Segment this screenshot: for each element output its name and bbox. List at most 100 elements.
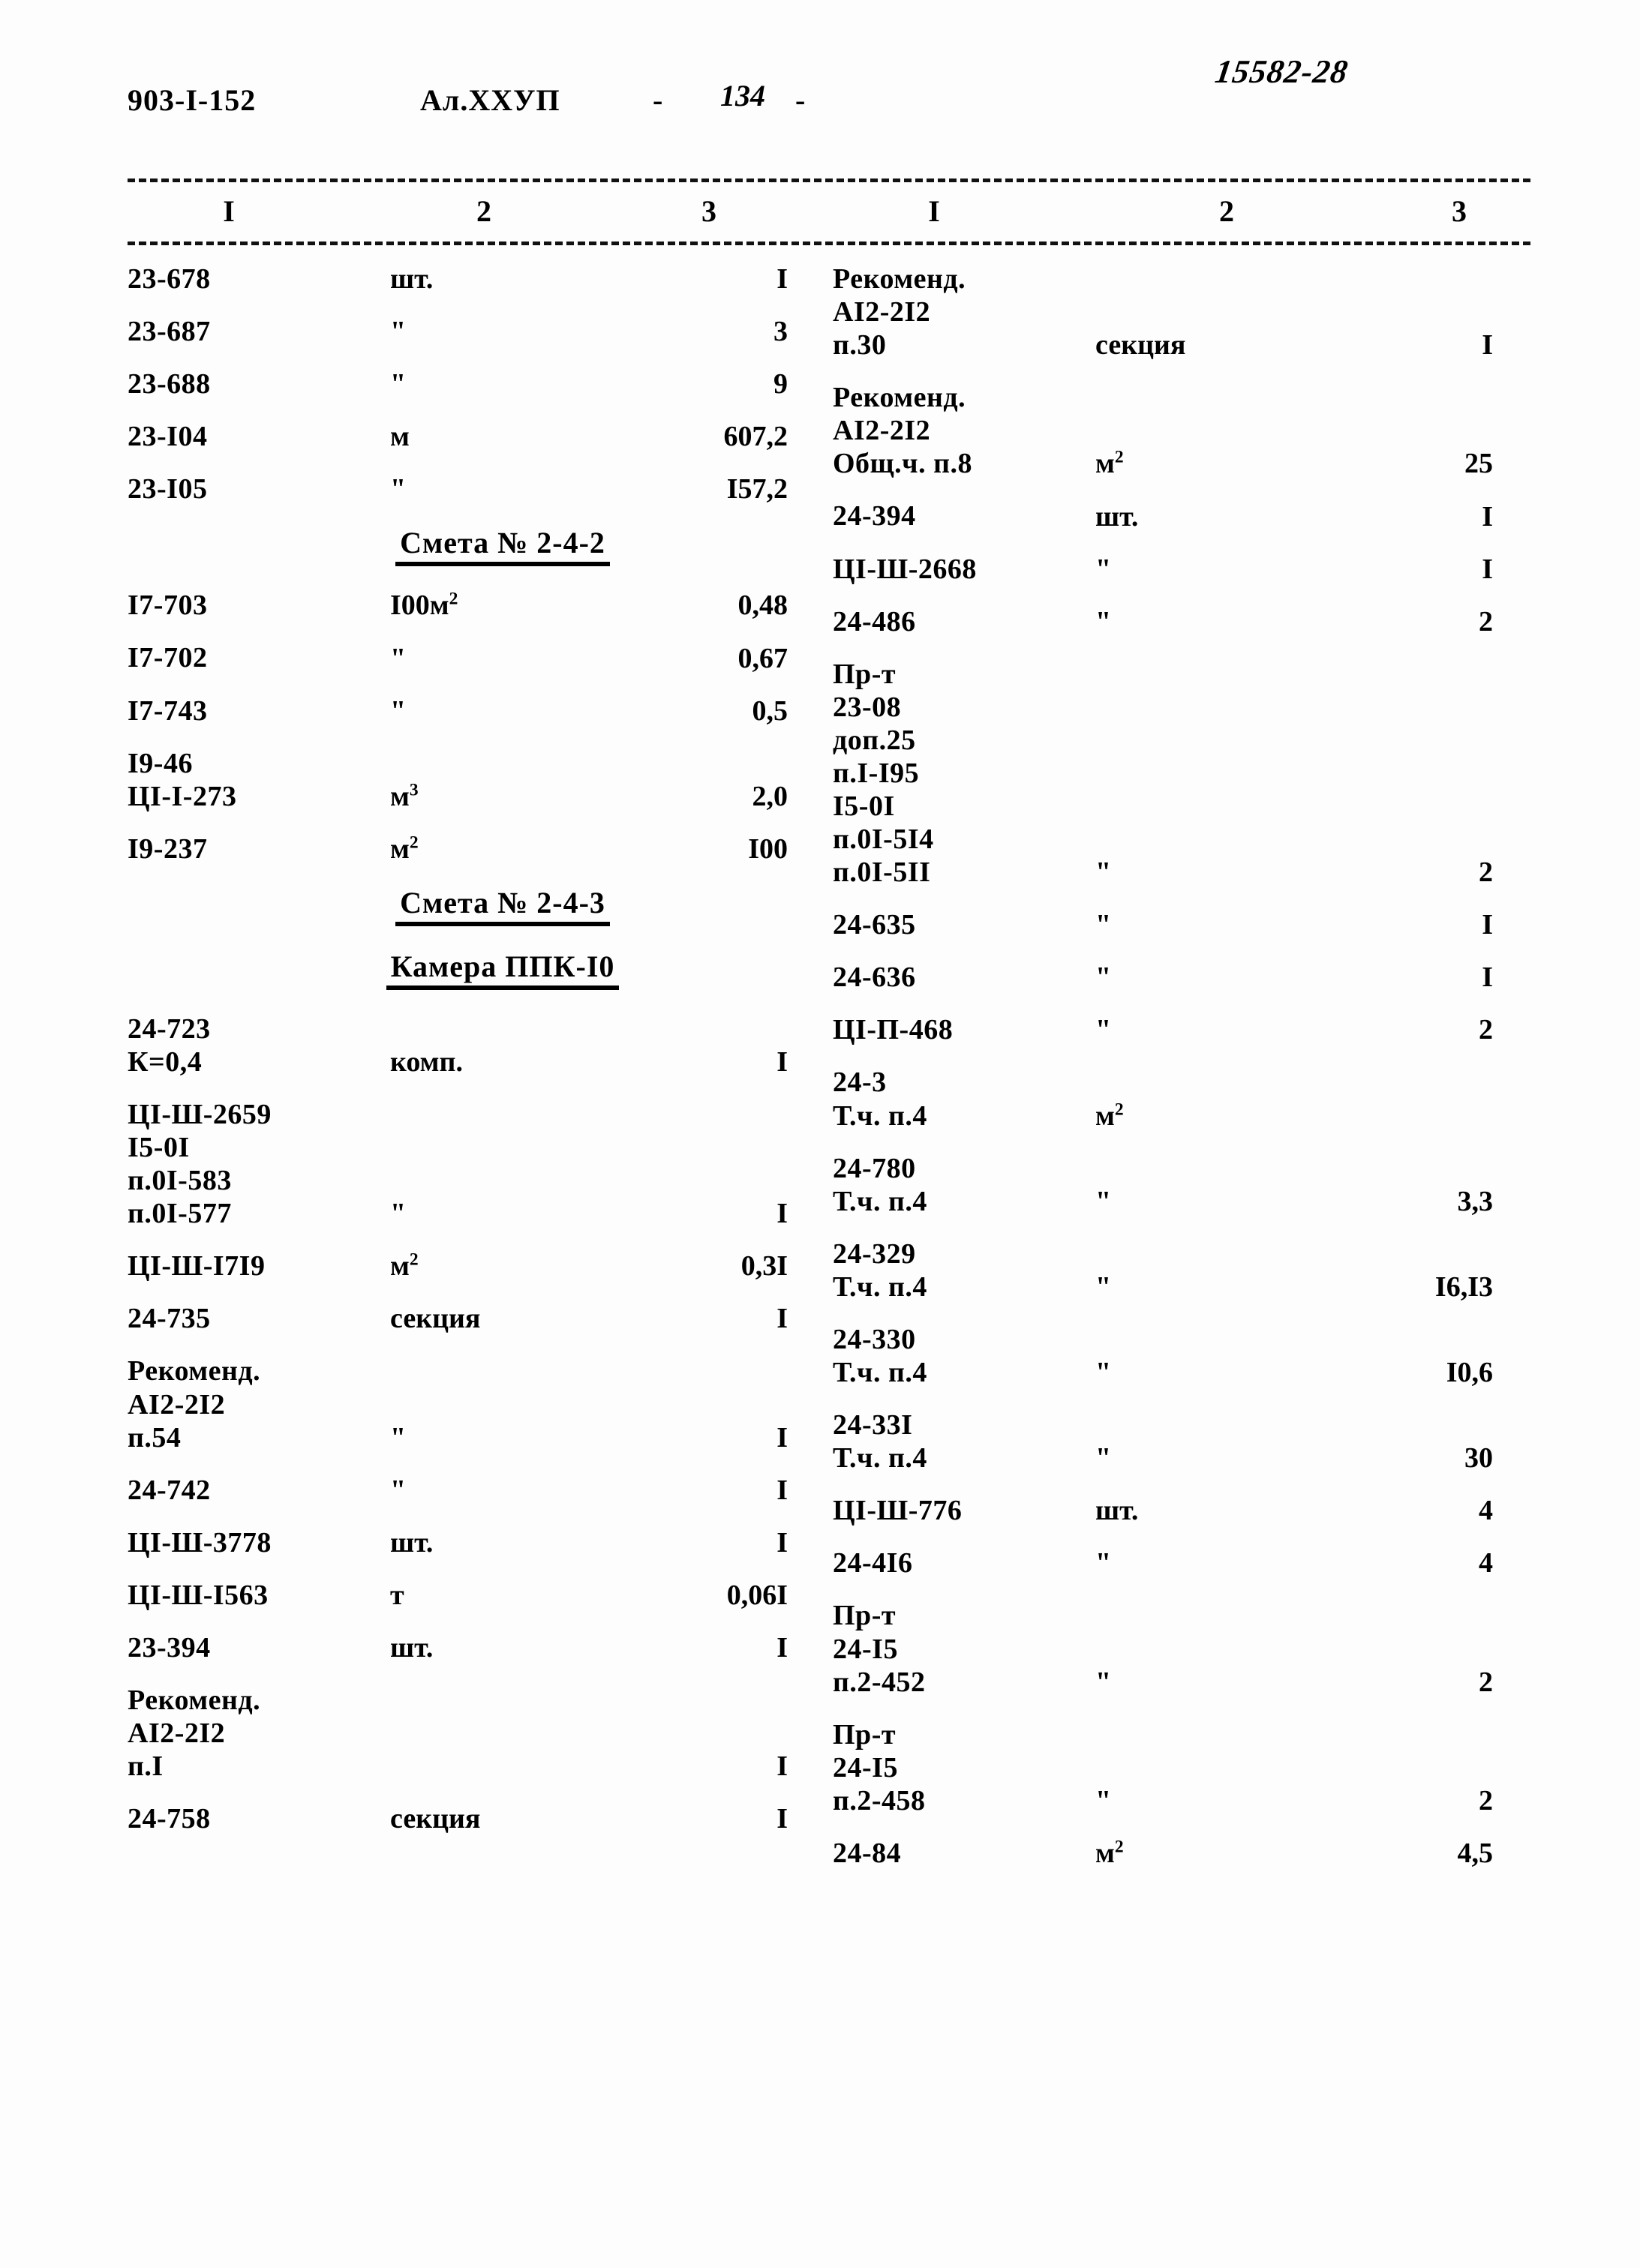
table-row: 24-394 шт. I [833, 500, 1583, 532]
column-number-right-1: I [928, 194, 940, 228]
row-quantity: 2,0 [752, 780, 788, 812]
row-quantity: I [776, 1632, 788, 1664]
row-unit: " [390, 1421, 407, 1454]
row-unit: секция [390, 1803, 481, 1835]
page-dash-right: - [795, 83, 806, 117]
row-quantity: 30 [1464, 1442, 1493, 1474]
table-row: 23-678 шт. I [128, 262, 878, 296]
column-number-band: I 2 3 I 2 3 [128, 194, 1530, 236]
row-code: ЦI-Ш-2668 [833, 553, 977, 585]
table-row: 24-4I6 " 4 [833, 1546, 1583, 1580]
album-label: Ал.XXУП [420, 83, 560, 117]
row-unit-exponent: 2 [409, 832, 419, 853]
row-quantity: 607,2 [723, 421, 788, 453]
row-code: I9-46 ЦI-I-273 [128, 747, 237, 812]
row-unit: м2 [1080, 1100, 1268, 1132]
row-quantity: 4 [1479, 1495, 1493, 1527]
row-quantity: I [776, 1303, 788, 1335]
row-quantity: I [1482, 962, 1493, 994]
row-code: Пр-т 24-I5 п.2-452 [833, 1600, 926, 1698]
row-code: 24-723 К=0,4 [128, 1012, 211, 1078]
row-quantity: I [1482, 500, 1493, 532]
column-number-right-2: 2 [1219, 194, 1234, 228]
row-unit-base: м [1095, 1837, 1115, 1869]
row-unit-exponent: 3 [409, 780, 419, 800]
table-row: ЦI-П-468 " 2 [833, 1013, 1583, 1046]
table-row: Рекоменд. АI2-2I2 п.54 " I [128, 1354, 878, 1454]
row-unit: комп. [390, 1046, 463, 1078]
row-unit-exponent: 2 [409, 1250, 419, 1270]
row-unit-exponent: 2 [1114, 1837, 1124, 1857]
archive-stamp: 15582-28 [1212, 53, 1351, 90]
row-unit: м3 [375, 780, 563, 813]
table-row: Рекоменд. АI2-2I2 п.I I [128, 1684, 878, 1783]
table-row: I7-702 " 0,67 [128, 641, 878, 674]
row-unit: м2 [1080, 1837, 1268, 1870]
row-unit: " [1095, 909, 1112, 941]
row-unit-exponent: 2 [1114, 1099, 1124, 1119]
row-code: Рекоменд. АI2-2I2 Общ.ч. п.8 [833, 382, 972, 480]
row-unit-base: м [1095, 448, 1115, 480]
table-row: 24-84 м2 4,5 [833, 1837, 1583, 1870]
table-column-left: 23-678 шт. I 23-687 " 3 23-688 " 9 23-I04 м 607,2 23… [128, 262, 878, 1855]
row-code: 24-758 [128, 1803, 211, 1835]
table-row: 24-3 Т.ч. п.4 м2 [833, 1066, 1583, 1132]
column-number-left-1: I [223, 194, 235, 228]
row-unit: секция [390, 1303, 481, 1335]
table-row: Пр-т 24-I5 п.2-452 " 2 [833, 1599, 1583, 1698]
row-quantity: 0,3I [740, 1250, 788, 1282]
table-row: Рекоменд. АI2-2I2 Общ.ч. п.8 м2 25 [833, 381, 1583, 480]
section-heading: Смета № 2-4-3 [128, 885, 878, 926]
row-unit: " [1095, 1185, 1112, 1217]
row-quantity: 2 [1479, 1784, 1493, 1816]
row-unit: " [390, 473, 407, 506]
row-quantity: 0,5 [752, 694, 788, 727]
row-quantity: 9 [773, 368, 788, 400]
row-quantity: 0,48 [737, 590, 788, 622]
row-unit: м2 [1080, 447, 1268, 480]
table-row: ЦI-Ш-776 шт. 4 [833, 1494, 1583, 1527]
row-code: ЦI-Ш-I563 [128, 1579, 269, 1611]
table-row: I9-237 м2 I00 [128, 832, 878, 866]
table-row: 23-I04 м 607,2 [128, 420, 878, 453]
row-unit: " [1095, 962, 1112, 994]
row-code: ЦI-Ш-3778 [128, 1526, 272, 1558]
table-row: 23-I05 " I57,2 [128, 472, 878, 506]
table-row: ЦI-Ш-3778 шт. I [128, 1526, 878, 1559]
row-code: 23-678 [128, 263, 211, 295]
table-row: Пр-т 24-I5 п.2-458 " 2 [833, 1718, 1583, 1817]
row-unit-base: м [390, 832, 410, 865]
row-unit: " [1095, 605, 1112, 638]
row-code: Пр-т 24-I5 п.2-458 [833, 1718, 926, 1816]
row-unit: " [390, 368, 407, 400]
row-code: 24-780 Т.ч. п.4 [833, 1152, 927, 1217]
row-code: 24-742 [128, 1474, 211, 1506]
row-unit: м2 [375, 832, 563, 866]
table-rule-bottom [128, 242, 1530, 245]
row-unit: " [390, 1198, 407, 1230]
row-quantity: I [1482, 553, 1493, 585]
row-unit: " [390, 642, 407, 674]
row-code: I7-703 [128, 590, 208, 622]
table-row: ЦI-Ш-2668 " I [833, 553, 1583, 586]
table-rule-top [128, 178, 1530, 182]
row-unit: " [1095, 856, 1112, 889]
row-unit: шт. [390, 1632, 434, 1664]
row-unit-exponent: 2 [1114, 447, 1124, 467]
row-unit: " [1095, 553, 1112, 585]
row-quantity: I6,I3 [1434, 1270, 1493, 1303]
table-row: I7-703 I00м2 0,48 [128, 589, 878, 622]
row-code: 23-I04 [128, 421, 208, 453]
row-quantity: 4,5 [1457, 1837, 1494, 1869]
table-row: 24-635 " I [833, 908, 1583, 941]
row-quantity: I [776, 1421, 788, 1454]
row-unit: шт. [390, 1526, 434, 1558]
table-row: Рекоменд. АI2-2I2 п.30 секция I [833, 262, 1583, 362]
row-quantity: I [776, 1198, 788, 1230]
row-unit: т [390, 1579, 404, 1611]
table-row: ЦI-Ш-I7I9 м2 0,3I [128, 1250, 878, 1282]
table-row: 24-330 Т.ч. п.4 " I0,6 [833, 1323, 1583, 1389]
row-unit: шт. [1095, 500, 1139, 532]
project-code: 903-I-152 [128, 83, 257, 117]
row-quantity: 2 [1479, 1014, 1493, 1046]
